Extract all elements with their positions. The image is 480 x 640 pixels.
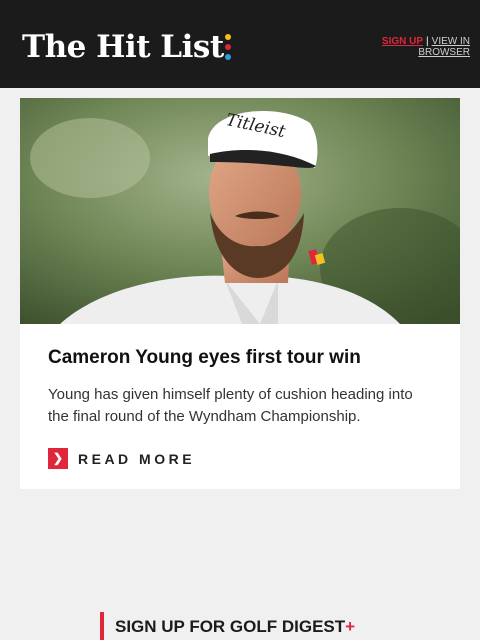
logo-dot-blue (225, 54, 231, 60)
signup-promo-title[interactable]: SIGN UP FOR GOLF DIGEST+ (115, 617, 355, 637)
golfer-photo: Titleist (20, 98, 460, 324)
logo-dot-yellow (225, 34, 231, 40)
logo-dots-icon (225, 34, 233, 62)
article-hero-image[interactable]: Titleist (20, 98, 460, 324)
link-separator: | (426, 36, 429, 47)
article-card: Titleist Cameron Young eyes first tour w… (20, 98, 460, 489)
header-links: SIGN UP | VIEW IN BROWSER (350, 36, 470, 58)
email-header: The Hit List SIGN UP | VIEW IN BROWSER (0, 0, 480, 88)
article-dek: Young has given himself plenty of cushio… (48, 386, 413, 425)
read-more-label: READ MORE (78, 451, 196, 467)
logo-wordmark[interactable]: The Hit List (22, 27, 224, 67)
article-headline[interactable]: Cameron Young eyes first tour win (48, 346, 448, 370)
signup-promo-text: SIGN UP FOR GOLF DIGEST (115, 617, 346, 636)
plus-mark: + (345, 617, 356, 636)
sign-up-link[interactable]: SIGN UP (382, 36, 423, 47)
logo-dot-red (225, 44, 231, 50)
chevron-right-icon: ❯ (48, 448, 68, 469)
accent-bar (100, 612, 104, 640)
